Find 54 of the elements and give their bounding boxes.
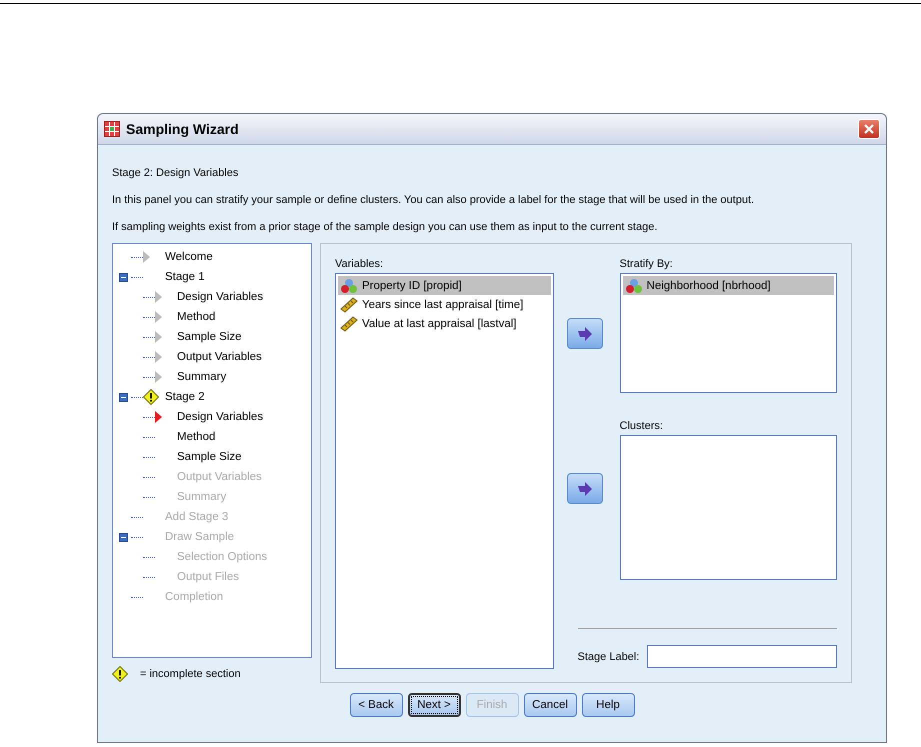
variable-item[interactable]: Property ID [propid]: [338, 276, 551, 295]
variable-item[interactable]: Value at last appraisal [lastval]: [338, 314, 551, 333]
triangle-icon: [143, 251, 150, 263]
tree-item[interactable]: Sample Size: [177, 331, 242, 343]
tree-item[interactable]: Method: [177, 431, 216, 443]
stage-label-field[interactable]: [647, 645, 837, 668]
triangle-icon: [155, 371, 162, 383]
ruler-icon: [340, 316, 358, 332]
triangle-icon: [155, 291, 162, 303]
tree-item[interactable]: Stage 1: [165, 271, 205, 283]
variables-list[interactable]: Property ID [propid] Years since last appraisal [time] Value at last appraisal [lastval]: [335, 273, 554, 669]
move-right-button[interactable]: [567, 318, 603, 349]
variable-item[interactable]: Neighborhood [nbrhood]: [622, 276, 834, 295]
arrow-icon: [577, 326, 593, 340]
grid-icon: [104, 121, 120, 137]
wizard-button[interactable]: Cancel: [524, 693, 576, 717]
instruction-text: If sampling weights exist from a prior stage of the sample design you can use them as input to the current stage.: [112, 221, 658, 233]
tree-item[interactable]: Summary: [177, 371, 226, 383]
move-right-button[interactable]: [567, 473, 603, 504]
close-icon: [863, 123, 875, 135]
collapse-icon[interactable]: [119, 392, 128, 402]
window-title: Sampling Wizard: [126, 121, 240, 137]
tree-item[interactable]: Method: [177, 311, 216, 323]
arrow-icon: [577, 482, 593, 496]
wizard-button[interactable]: < Back: [350, 693, 402, 717]
variable-item[interactable]: Years since last appraisal [time]: [338, 295, 551, 314]
stratify-list[interactable]: Neighborhood [nbrhood]: [620, 273, 837, 393]
nominal-icon: [624, 278, 643, 294]
tree-item[interactable]: Output Variables: [177, 351, 262, 363]
stage-heading: Stage 2: Design Variables: [112, 167, 240, 179]
warning-icon: [112, 666, 128, 682]
ruler-icon: [340, 296, 358, 312]
triangle-icon: [155, 411, 162, 423]
legend-text: = incomplete section: [140, 668, 241, 680]
triangle-icon: [155, 311, 162, 323]
instruction-text: In this panel you can stratify your sample or define clusters. You can also provide a label for the stage that will be used in the output.: [112, 194, 756, 206]
warning-icon: [143, 389, 159, 405]
clusters-list[interactable]: [620, 435, 837, 580]
close-button[interactable]: [858, 119, 880, 139]
nominal-icon: [340, 278, 358, 294]
tree-item[interactable]: Stage 2: [165, 391, 205, 403]
wizard-button[interactable]: Help: [582, 693, 634, 717]
field-label: Stage Label:: [578, 650, 640, 662]
triangle-icon: [155, 351, 162, 363]
tree-item[interactable]: Design Variables: [177, 291, 264, 303]
triangle-icon: [155, 331, 162, 343]
list-label: Stratify By:: [620, 258, 674, 270]
list-label: Clusters:: [620, 420, 664, 432]
wizard-button[interactable]: Next >: [408, 693, 460, 717]
tree-item[interactable]: Design Variables: [177, 411, 264, 423]
tree-item[interactable]: Welcome: [165, 251, 213, 263]
collapse-icon[interactable]: [119, 272, 128, 282]
tree-item[interactable]: Sample Size: [177, 451, 242, 463]
list-label: Variables:: [335, 258, 384, 270]
